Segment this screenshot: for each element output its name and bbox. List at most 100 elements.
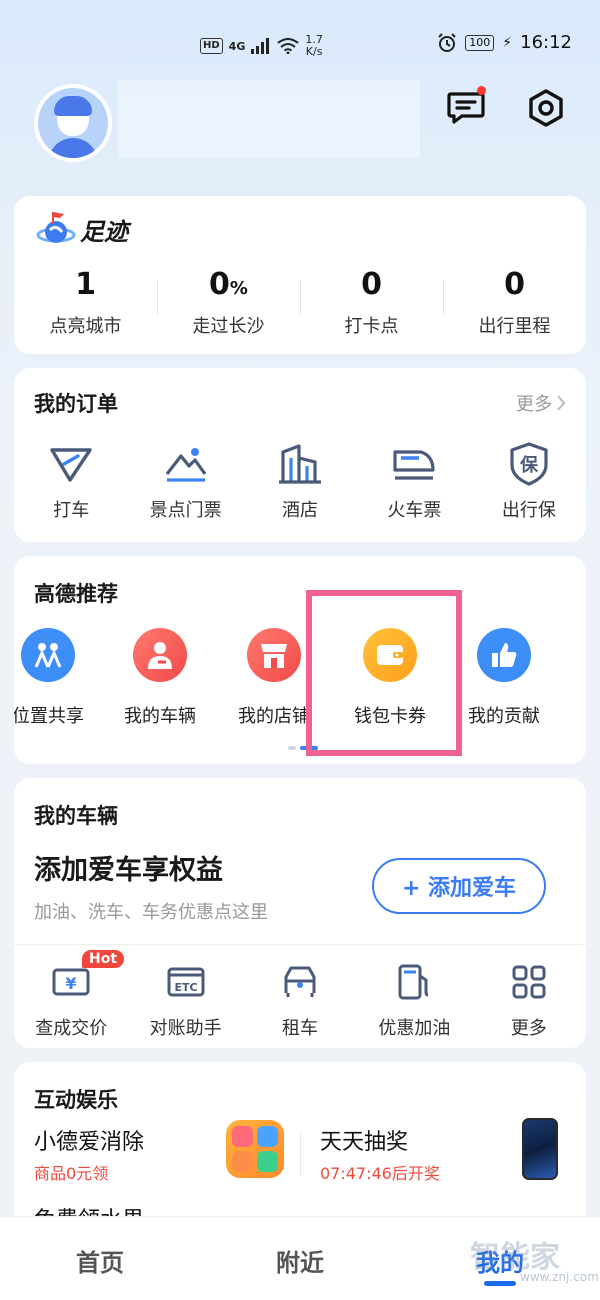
rec-my-vehicle[interactable]: 我的车辆 [100,624,220,728]
vehicle-headline: 添加爱车享权益 [34,855,223,886]
more-label: 更多 [516,394,552,415]
svg-text:保: 保 [519,454,539,476]
order-taxi[interactable]: 打车 [14,440,128,522]
game-title[interactable]: 小德爱消除 [34,1124,144,1156]
recommend-title: 高德推荐 [34,582,118,606]
vehicle-card: 我的车辆 添加爱车享权益 加油、洗车、车务优惠点这里 + 添加爱车 ¥ Hot … [14,778,586,1048]
vehicle-item-label: 查成交价 [35,1018,108,1039]
price-check-icon: ¥ [52,968,90,996]
recommend-carousel[interactable]: 位置共享 我的车辆 我的店铺 钱包卡券 我的贡献 高 [14,624,586,734]
entertainment-title: 互动娱乐 [34,1088,118,1112]
order-train[interactable]: 火车票 [357,440,471,522]
tab-home[interactable]: 首页 [0,1217,200,1300]
alarm-icon [438,32,456,52]
svg-text:ETC: ETC [174,981,197,994]
stat-mileage[interactable]: 0 出行里程 [443,268,586,338]
orders-title: 我的订单 [34,392,118,416]
vehicle-item-label: 对账助手 [149,1018,222,1039]
wallet-highlight-box [306,590,462,756]
lottery-countdown: 07:47:46后开奖 [320,1164,440,1183]
clock: 16:12 [520,32,572,53]
stat-label: 打卡点 [344,316,399,337]
active-tab-indicator [484,1281,516,1286]
order-hotel[interactable]: 酒店 [243,440,357,522]
hot-badge: Hot [82,950,125,968]
username-area[interactable] [118,80,420,158]
footprint-title: 足迹 [80,218,128,246]
orders-more-link[interactable]: 更多 [516,390,566,416]
orders-card: 我的订单 更多 打车 景点门票 酒店 火车票 保 出行保 [14,368,586,542]
rec-next[interactable]: 高 [554,624,586,728]
order-label: 景点门票 [149,500,222,521]
svg-text:¥: ¥ [66,974,77,993]
match-game-icon[interactable] [226,1120,284,1178]
vehicle-subtitle: 加油、洗车、车务优惠点这里 [34,902,268,923]
stat-value: 1 [75,267,96,302]
taxi-icon [50,448,92,482]
stat-unit: % [229,278,248,299]
hd-indicator: HD [200,38,223,54]
charging-icon: ⚡ [502,34,513,51]
add-car-button[interactable]: + 添加爱车 [372,858,546,914]
footprint-logo-icon [36,212,76,243]
message-button[interactable] [444,86,488,130]
car-rental-icon [284,966,316,997]
wifi-icon [277,38,299,54]
avatar[interactable] [34,84,112,162]
etc-icon: ETC [167,967,205,997]
stat-checkins[interactable]: 0 打卡点 [300,268,443,338]
signal-icon [251,38,270,54]
order-label: 酒店 [282,500,319,521]
network-type: 4G [228,39,246,53]
vehicle-price-check[interactable]: ¥ Hot 查成交价 [14,950,128,1040]
divider [300,1132,301,1176]
hotel-icon [279,444,322,484]
default-avatar-icon [38,88,108,158]
order-scenic-ticket[interactable]: 景点门票 [128,440,242,522]
message-icon [447,92,485,124]
game-subtitle: 商品0元领 [34,1164,109,1183]
rec-label: 我的贡献 [468,706,540,727]
stat-lit-cities[interactable]: 1 点亮城市 [14,268,157,338]
recommend-card: 高德推荐 位置共享 我的车辆 我的店铺 钱包卡券 我的贡献 高 [14,556,586,764]
chevron-right-icon [557,395,566,411]
vehicle-item-label: 租车 [282,1018,319,1039]
stat-value: 0 [504,267,525,302]
unread-dot [477,86,486,95]
insurance-icon: 保 [510,442,548,486]
footprint-card[interactable]: 足迹 1 点亮城市 0% 走过长沙 0 打卡点 0 出行里程 [14,196,586,354]
order-insurance[interactable]: 保 出行保 [472,440,586,522]
battery-level: 100 [465,34,495,51]
network-speed: 1.7 K/s [305,33,323,58]
settings-button[interactable] [524,86,568,130]
stat-label: 点亮城市 [49,316,122,337]
vehicle-item-label: 更多 [510,1018,547,1039]
train-icon [393,450,436,480]
settings-icon [529,89,563,127]
stat-label: 走过长沙 [192,316,265,337]
stat-city-coverage[interactable]: 0% 走过长沙 [157,268,300,338]
my-vehicle-icon [148,642,172,669]
order-label: 火车票 [387,500,442,521]
rec-location-share[interactable]: 位置共享 [14,624,108,728]
rec-label: 高 [554,702,586,728]
lottery-title[interactable]: 天天抽奖 [320,1124,408,1156]
rec-label: 位置共享 [14,706,84,727]
rec-contribution[interactable]: 我的贡献 [444,624,564,728]
grid-more-icon [512,965,546,999]
vehicle-fuel[interactable]: 优惠加油 [357,958,471,1040]
watermark-url: www.znj.com [520,1270,599,1284]
rec-label: 我的车辆 [124,706,196,727]
stat-value: 0 [209,267,230,302]
vehicle-rental[interactable]: 租车 [243,958,357,1040]
my-shop-icon [261,644,287,668]
tab-nearby[interactable]: 附近 [200,1217,400,1300]
tab-label: 附近 [276,1249,324,1277]
phone-prize-icon[interactable] [522,1118,558,1180]
divider [14,944,586,945]
vehicle-title: 我的车辆 [34,804,118,828]
tab-label: 首页 [76,1249,124,1277]
vehicle-more[interactable]: 更多 [472,958,586,1040]
status-bar: HD 4G 1.7 K/s 100 ⚡ 16:12 [0,0,600,80]
vehicle-etc[interactable]: ETC 对账助手 [128,958,242,1040]
